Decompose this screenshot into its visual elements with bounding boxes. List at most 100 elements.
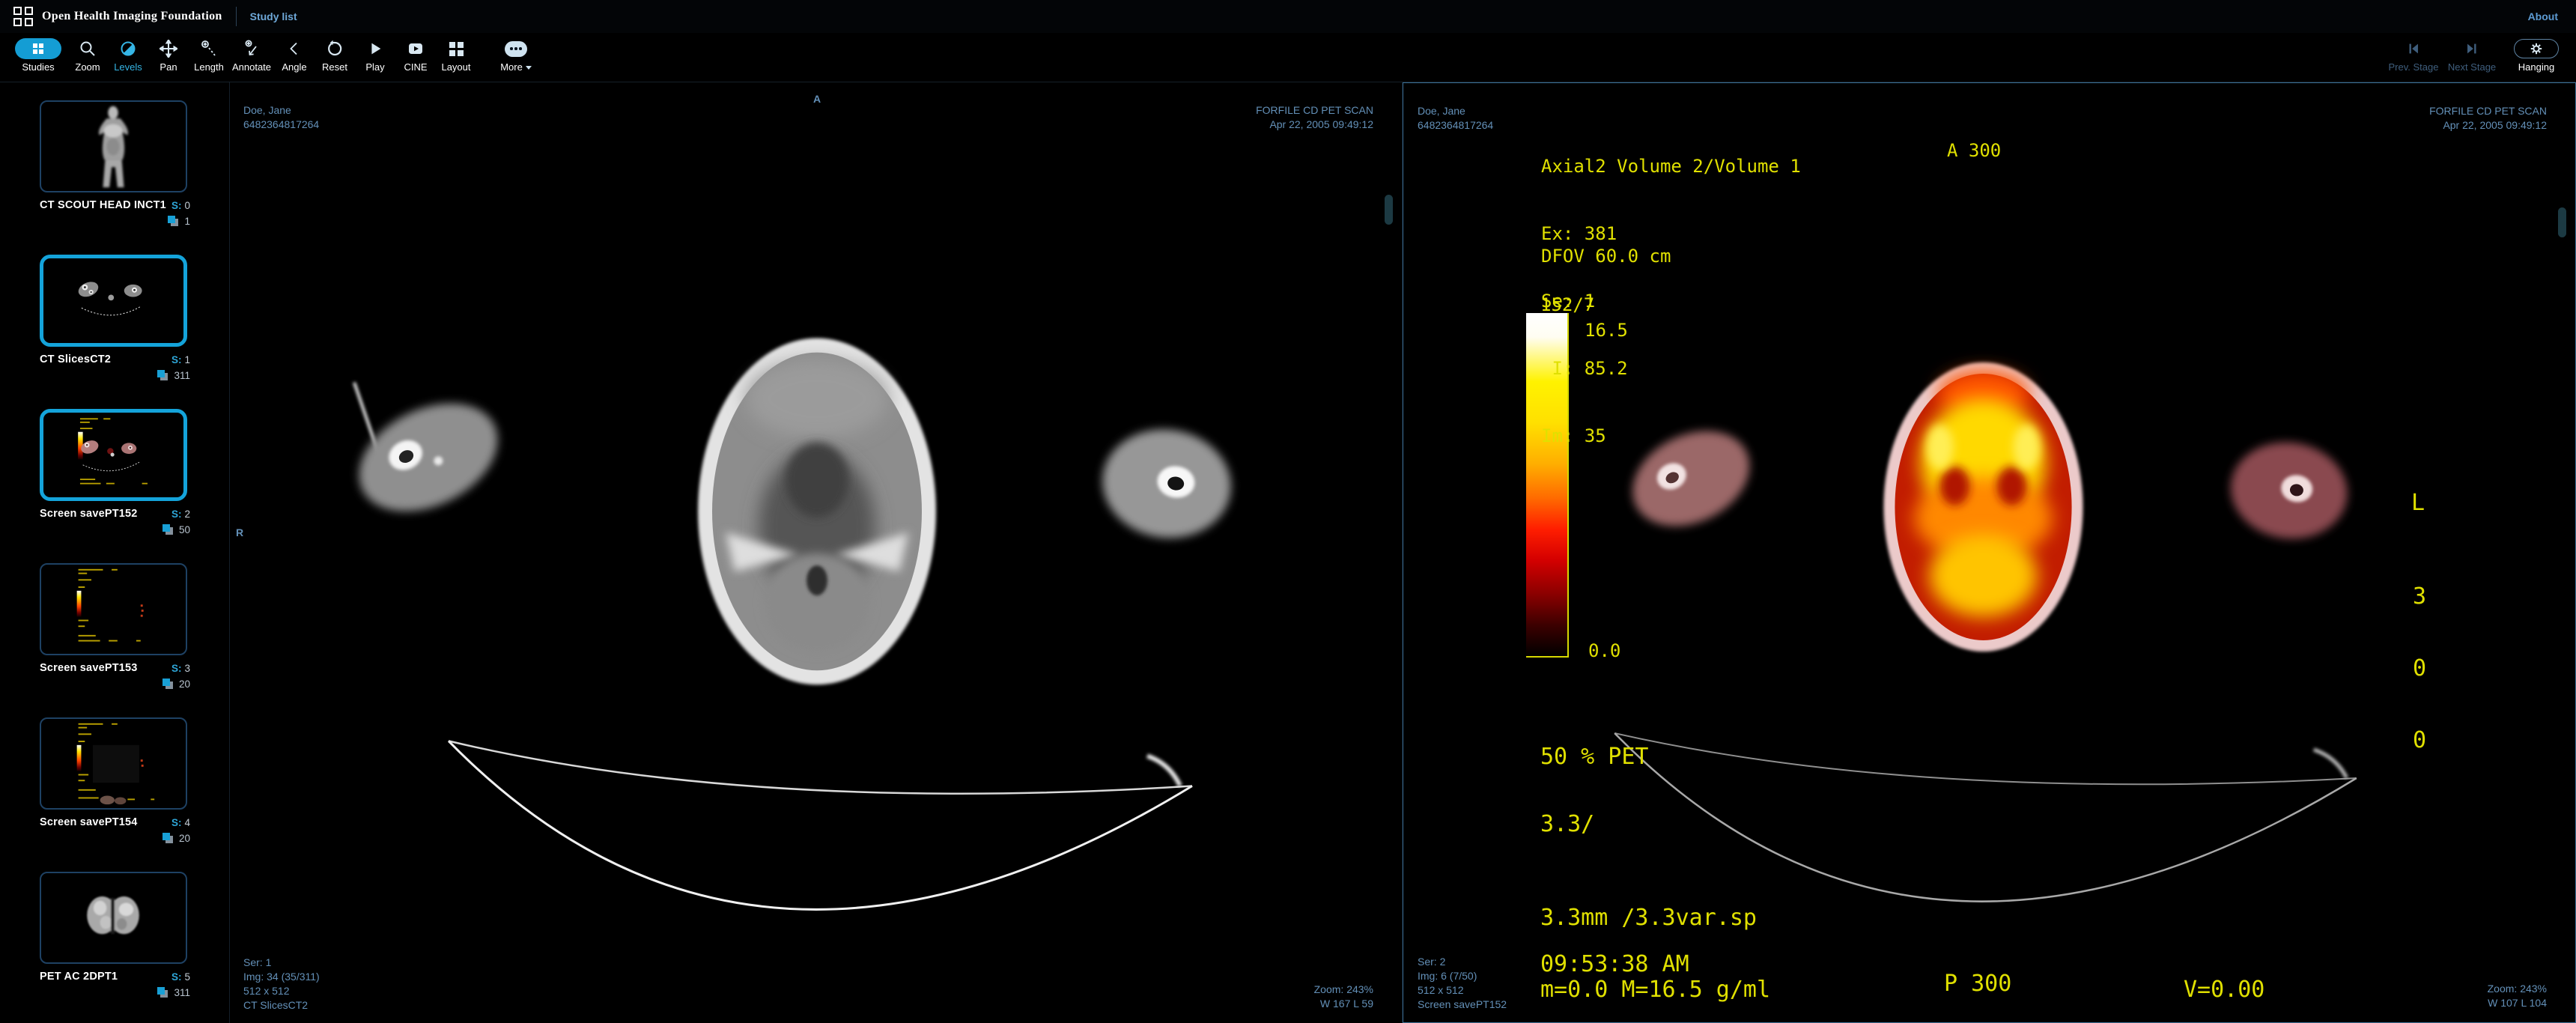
tool-levels[interactable]: Levels — [108, 33, 148, 73]
levels-icon — [119, 37, 137, 60]
series-thumbnail-active[interactable] — [40, 255, 187, 347]
series-description: Screen savePT154 — [40, 816, 138, 828]
study-list-link[interactable]: Study list — [250, 10, 297, 22]
instance-count: 20 — [178, 833, 190, 844]
series-item-ct-scout[interactable]: CT SCOUT HEAD INCT1 S: 0 1 — [40, 100, 229, 228]
series-item-pt153[interactable]: Screen savePT153 S: 3 20 — [40, 563, 229, 690]
play-icon — [367, 37, 383, 60]
tool-angle[interactable]: Angle — [274, 33, 315, 73]
series-description: CT SlicesCT2 — [40, 353, 112, 365]
anterior-marker-label: A 300 — [1947, 140, 2002, 161]
tool-zoom[interactable]: Zoom — [67, 33, 108, 73]
layout-icon — [449, 37, 464, 60]
about-link[interactable]: About — [2528, 10, 2558, 22]
app-logo[interactable]: Open Health Imaging Foundation — [13, 7, 222, 26]
tool-reset[interactable]: Reset — [315, 33, 355, 73]
main-area: CT SCOUT HEAD INCT1 S: 0 1 CT SlicesCT2 … — [0, 82, 2576, 1023]
orientation-marker-right: R — [236, 526, 244, 538]
dfov-label: DFOV 60.0 cm — [1541, 246, 1671, 267]
tool-annotate[interactable]: Annotate — [229, 33, 274, 73]
zoom-icon — [79, 37, 97, 60]
pet-screen-mini-image — [76, 568, 144, 642]
viewport-scrollbar[interactable] — [2558, 207, 2566, 237]
v-value-label: V=0.00 — [2184, 977, 2265, 1003]
gear-icon — [2530, 43, 2542, 55]
series-info-overlay: Ser: 1 Img: 34 (35/311) 512 x 512 CT Slices… — [243, 956, 320, 1011]
layers-icon — [168, 216, 179, 226]
series-browser: CT SCOUT HEAD INCT1 S: 0 1 CT SlicesCT2 … — [0, 82, 230, 1023]
series-number-badge: S: 1 — [171, 354, 190, 365]
pan-icon — [160, 37, 177, 60]
toolbar-right-group: Prev. Stage Next Stage Hanging — [2389, 33, 2563, 82]
hanging-pill[interactable] — [2514, 39, 2559, 58]
series-thumbnail[interactable] — [40, 563, 187, 655]
tool-length[interactable]: Length — [189, 33, 229, 73]
cine-icon — [407, 37, 425, 60]
next-stage-button[interactable]: Next Stage — [2448, 33, 2496, 73]
series-description: PET AC 2DPT1 — [40, 971, 118, 983]
header-divider — [235, 7, 237, 26]
ohif-logo-icon — [13, 7, 33, 26]
top-header: Open Health Imaging Foundation Study lis… — [0, 0, 2576, 33]
left-marker-letter: L — [2411, 490, 2425, 516]
series-item-ct-slices[interactable]: CT SlicesCT2 S: 1 311 — [40, 255, 229, 382]
tool-more[interactable]: More — [496, 33, 536, 73]
tool-studies[interactable]: Studies — [9, 33, 67, 73]
series-number-badge: S: 2 — [171, 509, 190, 520]
series-number-badge: S: 5 — [171, 971, 190, 983]
series-description: Screen savePT152 — [40, 508, 138, 520]
acquisition-time-label: 09:53:38 AM — [1540, 951, 1689, 977]
tool-layout[interactable]: Layout — [436, 33, 476, 73]
series-item-pt152[interactable]: Screen savePT152 S: 2 50 — [40, 409, 229, 536]
series-number-badge: S: 4 — [171, 817, 190, 828]
chevron-down-icon — [525, 66, 532, 70]
left-marker-digits: 3 0 0 — [2413, 583, 2427, 753]
recon-label: 3.3mm /3.3var.sp — [1540, 905, 1757, 931]
scout-body-image — [99, 106, 128, 188]
reset-icon — [326, 37, 344, 60]
series-info-overlay: Ser: 2 Img: 6 (7/50) 512 x 512 Screen saveP… — [1418, 956, 1507, 1010]
series-thumbnail[interactable] — [40, 872, 187, 964]
zoom-wl-overlay: Zoom: 243% W 167 L 59 — [1313, 983, 1373, 1010]
prev-stage-button[interactable]: Prev. Stage — [2389, 33, 2438, 73]
layers-icon — [162, 833, 173, 843]
ct-axial-image — [353, 338, 1231, 911]
series-item-pt154[interactable]: Screen savePT154 S: 4 20 — [40, 717, 229, 845]
series-description: Screen savePT153 — [40, 662, 138, 674]
angle-icon — [285, 37, 303, 60]
instance-count: 50 — [178, 524, 190, 535]
series-item-pet-ac[interactable]: PET AC 2DPT1 S: 5 311 — [40, 872, 229, 999]
minmax-label: m=0.0 M=16.5 g/ml — [1540, 977, 1771, 1003]
orientation-marker-anterior: A — [813, 93, 821, 105]
studies-pill[interactable] — [15, 38, 61, 59]
tool-pan[interactable]: Pan — [148, 33, 189, 73]
slice-thickness-label: 3.3/ — [1540, 811, 1595, 837]
tool-play[interactable]: Play — [355, 33, 395, 73]
instance-count: 311 — [174, 987, 190, 998]
instance-count: 1 — [184, 216, 190, 227]
patient-info-overlay: Doe, Jane 6482364817264 — [1418, 105, 1494, 131]
layers-icon — [157, 987, 168, 998]
study-info-overlay: FORFILE CD PET SCAN Apr 22, 2005 09:49:12 — [2429, 105, 2547, 131]
layers-icon — [162, 679, 173, 689]
viewport-ct[interactable]: A R Doe, Jane 6482364817264 FORFILE CD PE… — [230, 82, 1403, 1023]
pet-screen-mini-image — [76, 723, 155, 805]
instance-count: 311 — [174, 370, 190, 381]
series-thumbnail[interactable] — [40, 100, 187, 192]
app-title: Open Health Imaging Foundation — [42, 10, 222, 22]
pet-brain-mini-image — [87, 896, 139, 935]
series-description: CT SCOUT HEAD INCT1 — [40, 199, 166, 211]
series-thumbnail[interactable] — [40, 717, 187, 810]
tool-cine[interactable]: CINE — [395, 33, 436, 73]
hanging-protocol-button[interactable]: Hanging — [2510, 33, 2563, 73]
viewport-scrollbar[interactable] — [1385, 195, 1393, 225]
zoom-wl-overlay: Zoom: 243% W 107 L 104 — [2487, 983, 2547, 1009]
viewport-pet-ct[interactable]: Doe, Jane 6482364817264 FORFILE CD PET SC… — [1403, 82, 2576, 1023]
annotate-icon — [243, 37, 261, 60]
more-icon — [505, 37, 527, 60]
layers-icon — [162, 524, 173, 535]
toolbar: Studies Zoom Levels Pan Length Annotate — [0, 33, 2576, 82]
skip-previous-icon — [2405, 37, 2422, 60]
series-thumbnail-active[interactable] — [40, 409, 187, 501]
study-info-overlay: FORFILE CD PET SCAN Apr 22, 2005 09:49:12 — [1256, 104, 1373, 130]
